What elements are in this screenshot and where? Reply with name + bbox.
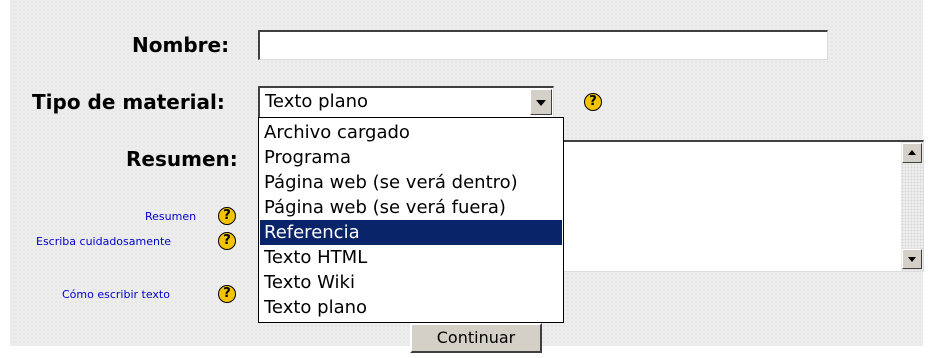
dropdown-option[interactable]: Programa	[260, 145, 562, 170]
help-icon[interactable]: ?	[218, 232, 236, 250]
type-dropdown-list: Archivo cargado Programa Página web (se …	[258, 117, 564, 323]
dropdown-option[interactable]: Texto plano	[260, 295, 562, 320]
dropdown-option[interactable]: Texto HTML	[260, 245, 562, 270]
type-label: Tipo de material:	[32, 90, 225, 114]
type-select-value: Texto plano	[265, 91, 369, 112]
help-link-summary[interactable]: Resumen	[145, 210, 196, 223]
help-icon[interactable]: ?	[218, 207, 236, 225]
dropdown-option[interactable]: Página web (se verá dentro)	[260, 170, 562, 195]
dropdown-option-highlighted[interactable]: Referencia	[260, 220, 562, 245]
dropdown-option[interactable]: Texto Wiki	[260, 270, 562, 295]
help-link-how-to-write[interactable]: Cómo escribir texto	[62, 288, 170, 301]
type-select[interactable]: Texto plano	[258, 86, 554, 118]
arrow-down-icon	[908, 257, 916, 262]
name-input[interactable]	[258, 30, 828, 60]
scroll-up-button[interactable]	[902, 143, 922, 163]
continue-button[interactable]: Continuar	[410, 323, 542, 353]
help-icon[interactable]: ?	[218, 285, 236, 303]
help-link-write-carefully[interactable]: Escriba cuidadosamente	[36, 235, 171, 248]
name-label: Nombre:	[132, 33, 230, 57]
chevron-down-icon	[536, 100, 546, 106]
arrow-up-icon	[908, 150, 916, 155]
help-icon[interactable]: ?	[584, 93, 602, 111]
vertical-scrollbar[interactable]	[901, 142, 923, 271]
summary-label: Resumen:	[126, 147, 238, 171]
dropdown-option[interactable]: Página web (se verá fuera)	[260, 195, 562, 220]
select-dropdown-button[interactable]	[530, 89, 552, 115]
scroll-down-button[interactable]	[902, 249, 922, 269]
dropdown-option[interactable]: Archivo cargado	[260, 120, 562, 145]
